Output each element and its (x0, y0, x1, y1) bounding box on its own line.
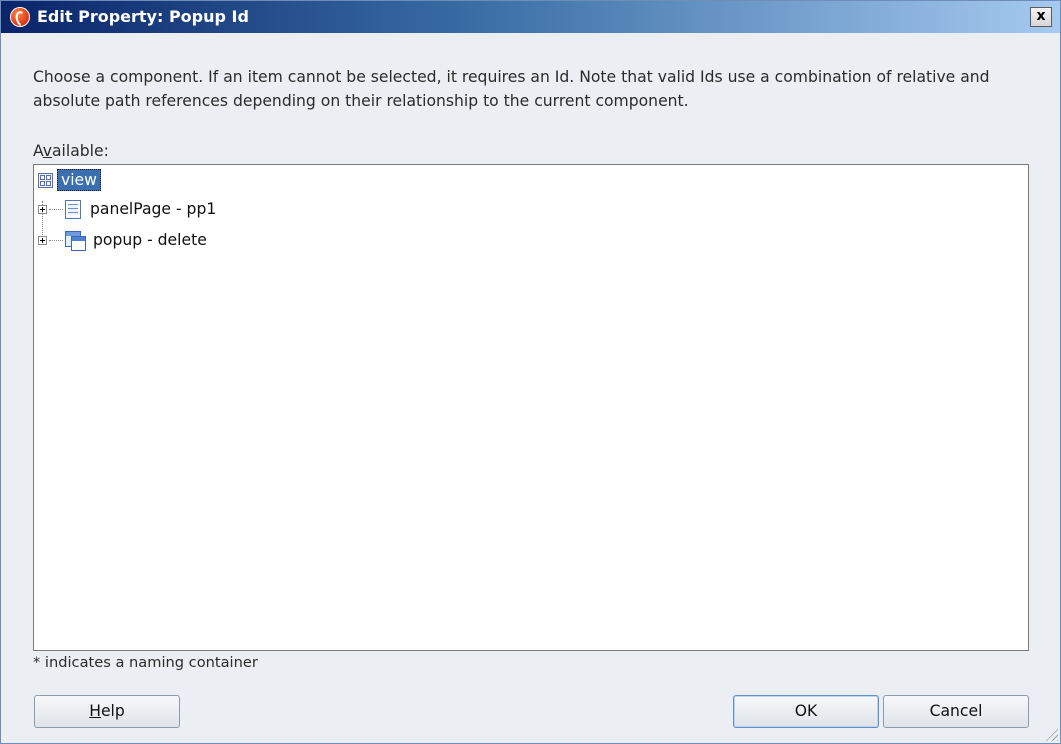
view-grid-icon (38, 172, 53, 188)
tree-node-popup[interactable]: popup - delete (38, 227, 210, 253)
tree-node-label[interactable]: panelPage - pp1 (87, 199, 219, 219)
popup-icon (65, 230, 86, 251)
available-label: Available: (33, 142, 109, 160)
help-label-rest: elp (100, 702, 125, 720)
dialog-title: Edit Property: Popup Id (37, 7, 249, 26)
tree-node-view[interactable]: view (38, 167, 101, 193)
available-label-prefix: A (33, 142, 43, 160)
ok-button[interactable]: OK (733, 695, 879, 728)
available-label-mnemonic: v (42, 142, 52, 160)
expand-plus-icon[interactable] (38, 204, 47, 214)
title-bar[interactable]: Edit Property: Popup Id x (1, 1, 1060, 33)
resize-grip-icon[interactable] (1044, 727, 1058, 741)
tree-connector (49, 208, 63, 210)
help-button[interactable]: Help (34, 695, 180, 728)
help-mnemonic: H (89, 702, 101, 720)
tree-connector (49, 239, 63, 241)
naming-container-note: * indicates a naming container (33, 654, 258, 671)
component-tree[interactable]: view panelPage - pp1 popup - delete (33, 164, 1029, 651)
tree-node-panelpage[interactable]: panelPage - pp1 (38, 196, 219, 222)
expand-plus-icon[interactable] (38, 235, 47, 245)
close-icon: x (1036, 8, 1046, 24)
instructions-text: Choose a component. If an item cannot be… (33, 68, 990, 110)
dialog-window: Edit Property: Popup Id x Choose a compo… (0, 0, 1061, 744)
close-button[interactable]: x (1030, 7, 1052, 27)
page-icon (65, 199, 81, 219)
cancel-button[interactable]: Cancel (883, 695, 1029, 728)
tree-node-label[interactable]: popup - delete (90, 230, 210, 250)
oracle-app-icon (10, 7, 30, 27)
available-label-suffix: ailable: (52, 142, 109, 160)
tree-node-label[interactable]: view (57, 169, 101, 191)
